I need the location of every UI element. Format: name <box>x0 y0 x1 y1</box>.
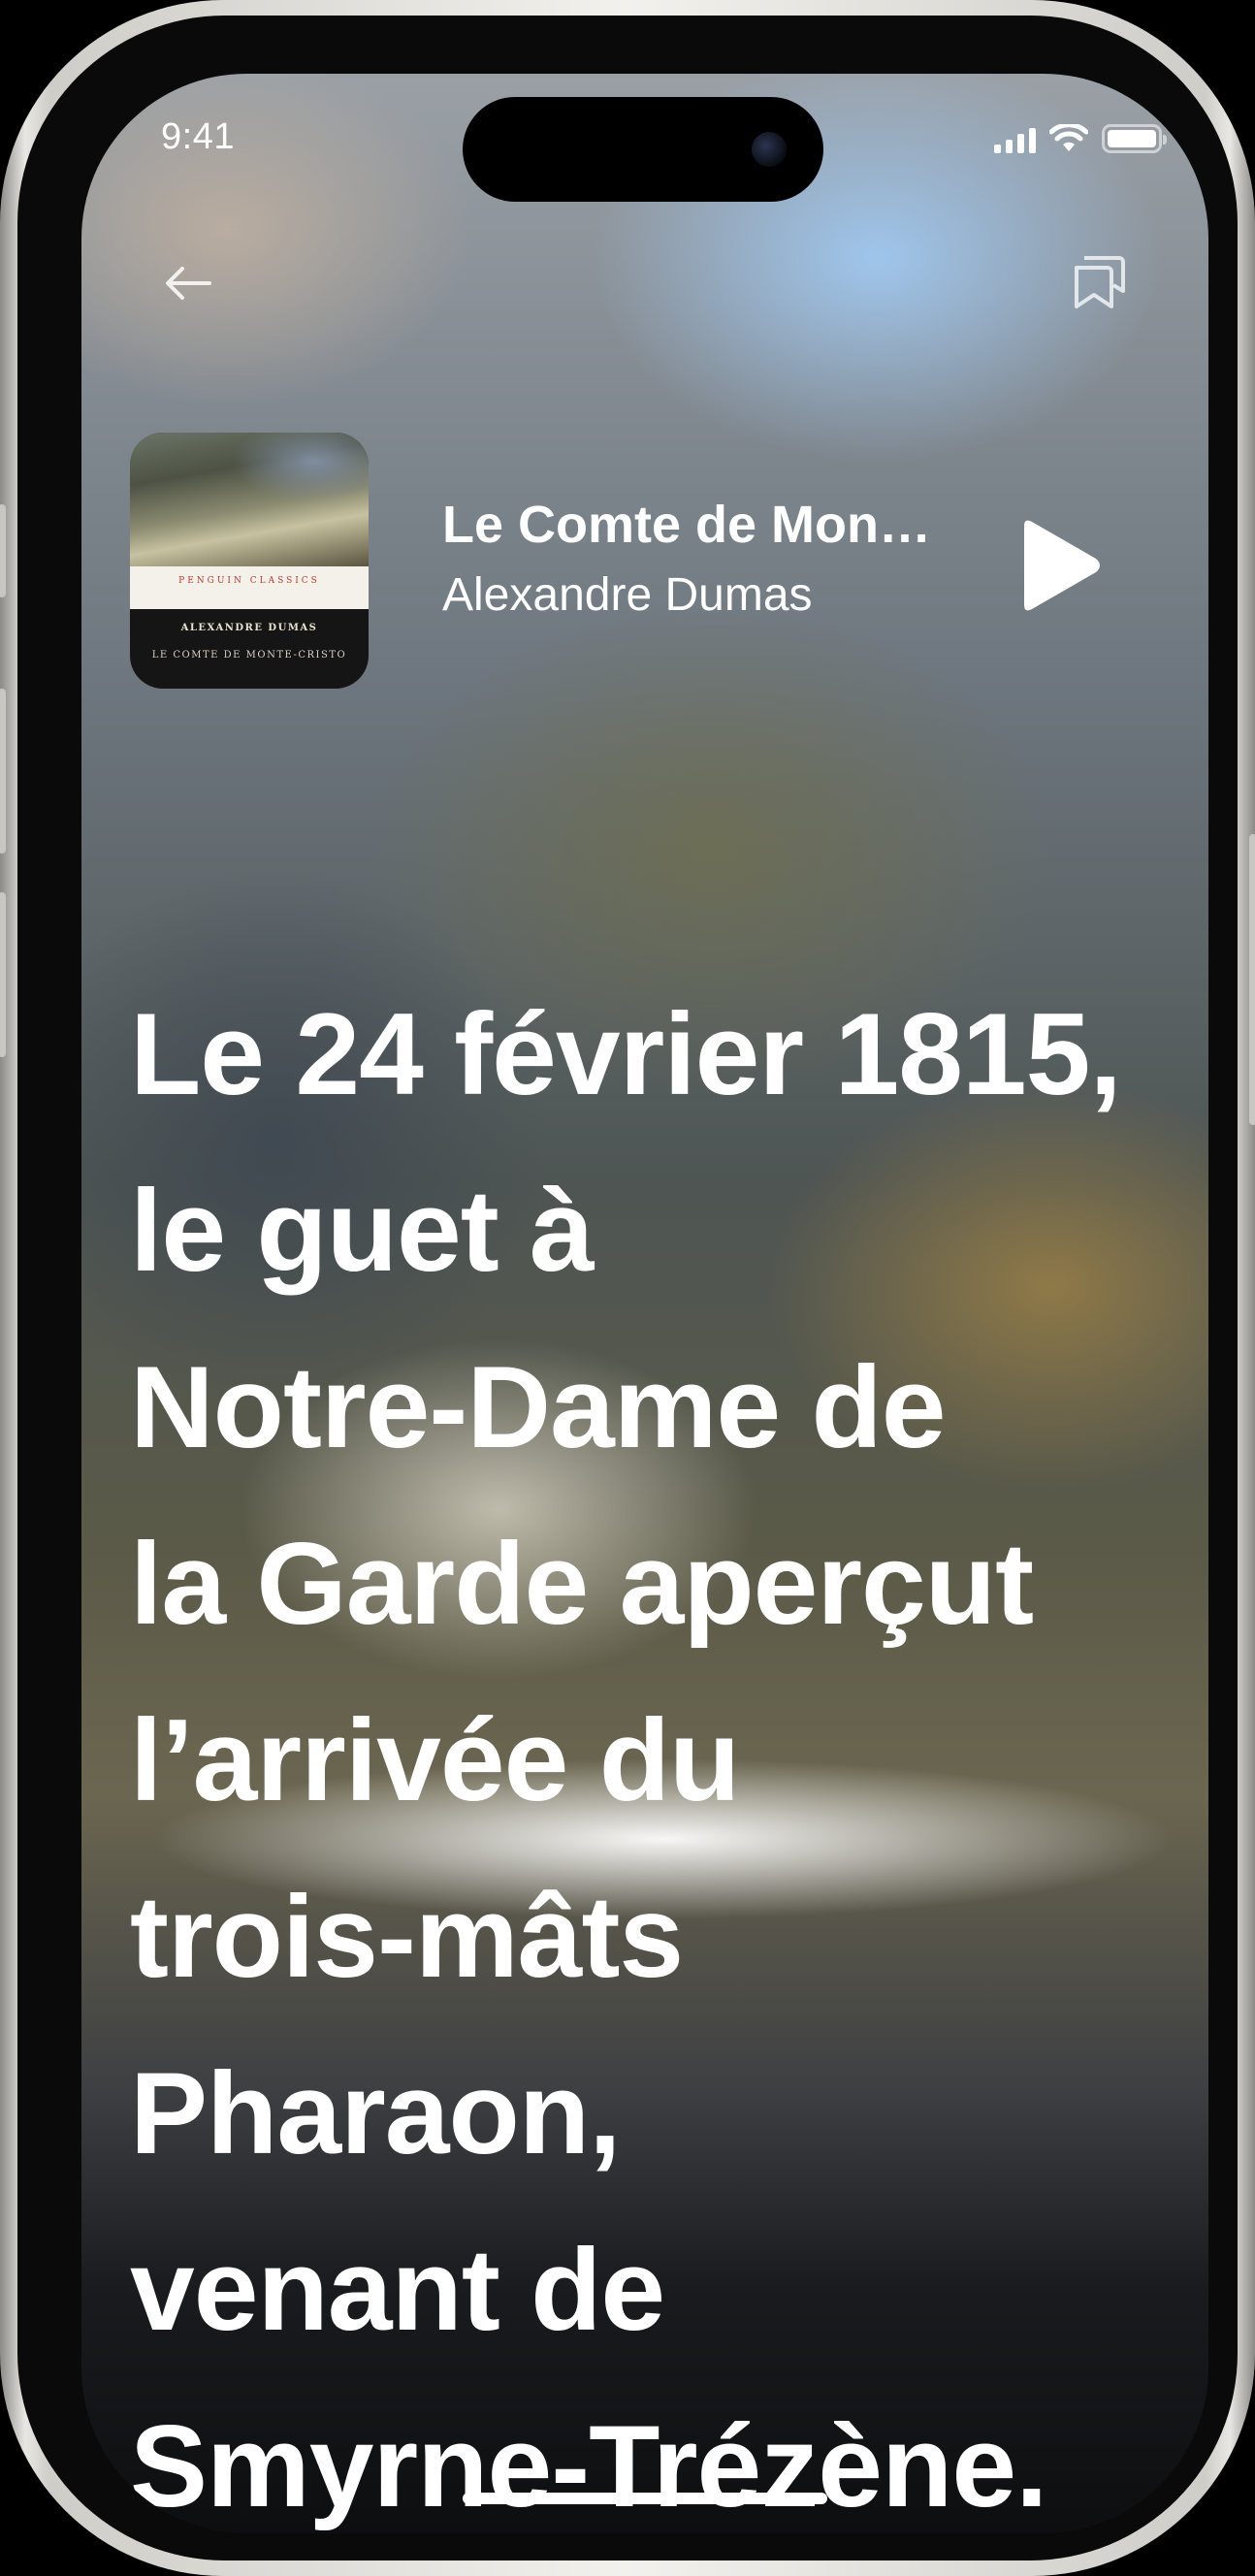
reading-text: Le 24 février 1815, le guet à Notre-Dame… <box>130 966 1177 2533</box>
cover-series: PENGUIN CLASSICS <box>178 576 320 586</box>
battery-icon <box>1102 124 1167 153</box>
reading-line: Notre-Dame de <box>130 1342 947 1472</box>
cover-author: ALEXANDRE DUMAS <box>180 623 318 633</box>
volume-down-button <box>0 892 6 1057</box>
reading-line: Pharaon, <box>130 2048 621 2178</box>
cover-illustration <box>130 433 369 566</box>
reading-line: Le 24 février 1815, <box>130 989 1122 1119</box>
cover-title: LE COMTE DE MONTE-CRISTO <box>151 650 347 660</box>
cellular-signal-icon <box>994 126 1036 153</box>
book-cover[interactable]: PENGUIN CLASSICS ALEXANDRE DUMAS LE COMT… <box>130 433 369 689</box>
action-button <box>0 504 6 597</box>
chapters-icon <box>1075 256 1125 308</box>
phone-frame: 9:41 PENGUIN CLASSICS ALEXANDRE DUMAS LE… <box>0 0 1255 2576</box>
reading-line: la Garde aperçut <box>130 1519 1034 1649</box>
play-icon <box>1024 520 1100 611</box>
play-button[interactable] <box>1003 512 1110 619</box>
dynamic-island <box>463 97 823 202</box>
volume-up-button <box>0 689 6 853</box>
side-button <box>1249 834 1255 1125</box>
reading-line: venant de <box>130 2225 665 2355</box>
book-title: Le Comte de Mon… <box>442 496 932 554</box>
arrow-left-icon <box>166 267 211 300</box>
reading-line: le guet à <box>130 1166 595 1296</box>
cover-band <box>130 566 369 609</box>
wifi-icon <box>1049 124 1088 151</box>
back-button[interactable] <box>159 254 217 312</box>
status-time: 9:41 <box>161 116 235 157</box>
bezel: 9:41 PENGUIN CLASSICS ALEXANDRE DUMAS LE… <box>17 16 1238 2560</box>
reading-line: trois-mâts <box>130 1872 684 2002</box>
book-author: Alexandre Dumas <box>442 569 813 621</box>
camera-icon <box>752 132 787 167</box>
status-icons <box>994 124 1167 153</box>
reading-line: l’arrivée du <box>130 1695 740 1825</box>
home-indicator[interactable] <box>463 2493 827 2504</box>
chapters-button[interactable] <box>1067 250 1131 314</box>
reading-line: Smyrne-Trézène. <box>130 2401 1047 2531</box>
screen: 9:41 PENGUIN CLASSICS ALEXANDRE DUMAS LE… <box>81 74 1208 2533</box>
